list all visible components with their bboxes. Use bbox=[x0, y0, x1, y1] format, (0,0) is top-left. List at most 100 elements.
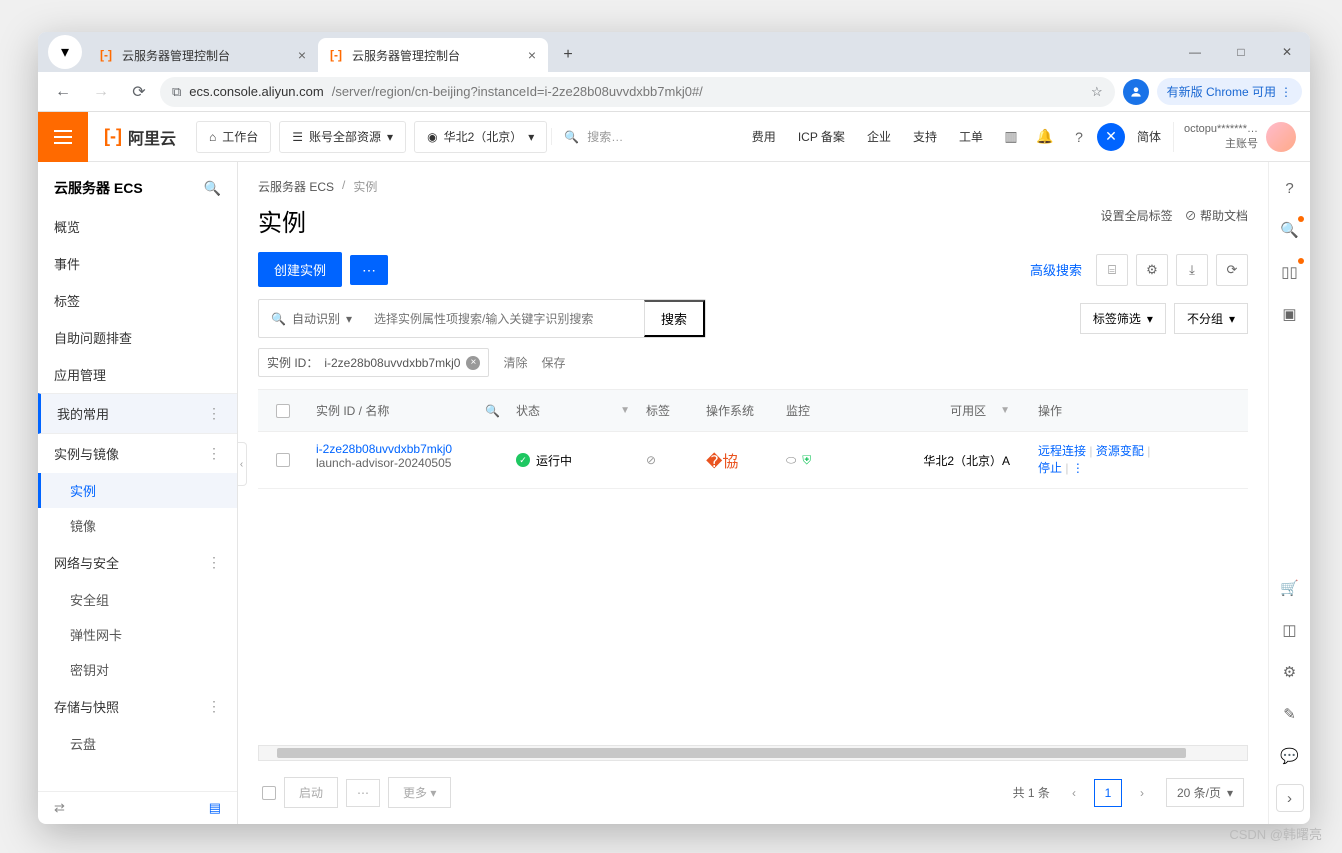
advanced-search-link[interactable]: 高级搜索 bbox=[1024, 260, 1088, 279]
search-icon[interactable]: 🔍 bbox=[204, 180, 221, 197]
menu-button[interactable] bbox=[38, 112, 88, 162]
refresh-icon[interactable]: ⟳ bbox=[1216, 254, 1248, 286]
user-menu[interactable]: octopu*******… 主账号 bbox=[1173, 122, 1306, 152]
rail-panel-icon[interactable]: ▣ bbox=[1276, 300, 1304, 328]
account-selector[interactable]: ☰ 账号全部资源 ▾ bbox=[279, 121, 406, 153]
region-selector[interactable]: ◉ 华北2（北京） ▾ bbox=[414, 121, 547, 153]
rail-expand-icon[interactable]: › bbox=[1276, 784, 1304, 812]
profile-button[interactable] bbox=[1123, 79, 1149, 105]
header-search[interactable]: 🔍 搜索… bbox=[551, 128, 671, 145]
sidebar-item-tags[interactable]: 标签 bbox=[38, 282, 237, 319]
more-icon[interactable]: ⋮ bbox=[207, 405, 221, 422]
nav-icp[interactable]: ICP 备案 bbox=[788, 128, 855, 145]
instance-id-link[interactable]: i-2ze28b08uvvdxbb7mkj0 bbox=[316, 442, 500, 456]
filter-icon[interactable]: ▼ bbox=[620, 405, 630, 416]
workspace-button[interactable]: ⌂ 工作台 bbox=[196, 121, 271, 153]
notification-icon[interactable]: 🔔 bbox=[1029, 121, 1061, 153]
new-tab-button[interactable]: + bbox=[554, 41, 582, 69]
sidebar-collapse-handle[interactable]: ‹ bbox=[238, 442, 247, 486]
bookmark-icon[interactable]: ☆ bbox=[1091, 84, 1103, 100]
help-icon[interactable]: ? bbox=[1063, 121, 1095, 153]
rail-search-icon[interactable]: 🔍 bbox=[1276, 216, 1304, 244]
brand-logo[interactable]: [-] 阿里云 bbox=[88, 125, 192, 149]
chrome-update-button[interactable]: 有新版 Chrome 可用 ⋮ bbox=[1157, 78, 1302, 105]
row-more-icon[interactable]: ⋮ bbox=[1072, 461, 1084, 475]
back-button[interactable]: ← bbox=[46, 75, 80, 109]
create-instance-button[interactable]: 创建实例 bbox=[258, 252, 342, 287]
search-button[interactable]: 搜索 bbox=[644, 300, 705, 337]
reload-button[interactable]: ⟳ bbox=[122, 75, 156, 109]
layers-icon[interactable]: ⌸ bbox=[1096, 254, 1128, 286]
site-info-icon[interactable]: ⧉ bbox=[172, 84, 181, 100]
close-button[interactable]: ✕ bbox=[1264, 32, 1310, 72]
browser-tab-1[interactable]: [-] 云服务器管理控制台 × bbox=[318, 38, 548, 72]
tag-filter-button[interactable]: 标签筛选 ▾ bbox=[1080, 303, 1166, 334]
sidebar-item-image[interactable]: 镜像 bbox=[38, 508, 237, 543]
sidebar-item-diagnosis[interactable]: 自助问题排查 bbox=[38, 319, 237, 356]
sidebar-item-secgroup[interactable]: 安全组 bbox=[38, 582, 237, 617]
swap-icon[interactable]: ⇄ bbox=[54, 800, 65, 816]
more-icon[interactable]: ⋮ bbox=[207, 554, 221, 571]
forward-button[interactable]: → bbox=[84, 75, 118, 109]
nav-ticket[interactable]: 工单 bbox=[949, 128, 993, 145]
more-icon[interactable]: ⋮ bbox=[207, 445, 221, 462]
footer-select-all[interactable] bbox=[262, 786, 276, 800]
close-icon[interactable]: × bbox=[296, 47, 308, 63]
rail-cart-icon[interactable]: 🛒 bbox=[1276, 574, 1304, 602]
prev-page-button[interactable]: ‹ bbox=[1060, 779, 1088, 807]
sidebar-item-eni[interactable]: 弹性网卡 bbox=[38, 617, 237, 652]
remote-connect-link[interactable]: 远程连接 bbox=[1038, 444, 1086, 458]
sidebar-section-my[interactable]: 我的常用⋮ bbox=[38, 393, 237, 434]
sidebar-item-events[interactable]: 事件 bbox=[38, 245, 237, 282]
sidebar-item-keypair[interactable]: 密钥对 bbox=[38, 652, 237, 687]
chart-icon[interactable]: ⬭ bbox=[786, 453, 796, 468]
rail-wallet-icon[interactable]: ◫ bbox=[1276, 616, 1304, 644]
filter-icon[interactable]: ▼ bbox=[1000, 405, 1010, 416]
nav-enterprise[interactable]: 企业 bbox=[857, 128, 901, 145]
tag-icon[interactable]: ⊘ bbox=[646, 453, 656, 467]
collapse-icon[interactable]: ▤ bbox=[209, 800, 221, 816]
rail-help-icon[interactable]: ? bbox=[1276, 174, 1304, 202]
start-button[interactable]: 启动 bbox=[284, 777, 338, 808]
chip-remove-icon[interactable]: × bbox=[466, 356, 480, 370]
search-icon[interactable]: 🔍 bbox=[485, 404, 500, 418]
rail-chat-icon[interactable]: 💬 bbox=[1276, 742, 1304, 770]
row-checkbox[interactable] bbox=[276, 453, 290, 467]
rail-gear-icon[interactable]: ⚙ bbox=[1276, 658, 1304, 686]
resource-config-link[interactable]: 资源变配 bbox=[1096, 444, 1144, 458]
stop-link[interactable]: 停止 bbox=[1038, 461, 1062, 475]
save-filters-link[interactable]: 保存 bbox=[541, 354, 565, 371]
nav-support[interactable]: 支持 bbox=[903, 128, 947, 145]
sidebar-item-overview[interactable]: 概览 bbox=[38, 208, 237, 245]
more-icon[interactable]: ⋮ bbox=[207, 698, 221, 715]
sidebar-item-app[interactable]: 应用管理 bbox=[38, 356, 237, 393]
rail-book-icon[interactable]: ▯▯ bbox=[1276, 258, 1304, 286]
download-icon[interactable]: ⤓ bbox=[1176, 254, 1208, 286]
breadcrumb-root[interactable]: 云服务器 ECS bbox=[258, 178, 334, 195]
page-number[interactable]: 1 bbox=[1094, 779, 1122, 807]
lang-selector[interactable]: 简体 bbox=[1127, 128, 1171, 145]
maximize-button[interactable]: □ bbox=[1218, 32, 1264, 72]
group-button[interactable]: 不分组 ▾ bbox=[1174, 303, 1248, 334]
url-input[interactable]: ⧉ ecs.console.aliyun.com/server/region/c… bbox=[160, 77, 1115, 107]
settings-icon[interactable]: ⚙ bbox=[1136, 254, 1168, 286]
app-icon[interactable]: ✕ bbox=[1097, 123, 1125, 151]
next-page-button[interactable]: › bbox=[1128, 779, 1156, 807]
tab-dropdown[interactable]: ▾ bbox=[48, 35, 82, 69]
global-tag-link[interactable]: 设置全局标签 bbox=[1101, 207, 1173, 224]
nav-billing[interactable]: 费用 bbox=[742, 128, 786, 145]
sidebar-item-instance[interactable]: 实例 bbox=[38, 473, 237, 508]
shield-icon[interactable]: ⛨ bbox=[802, 453, 811, 468]
footer-dropdown[interactable]: 更多 ▾ bbox=[388, 777, 451, 808]
minimize-button[interactable]: — bbox=[1172, 32, 1218, 72]
help-link[interactable]: 帮助文档 bbox=[1200, 209, 1248, 223]
sidebar-item-disk[interactable]: 云盘 bbox=[38, 726, 237, 761]
select-all-checkbox[interactable] bbox=[276, 404, 290, 418]
clear-filters-link[interactable]: 清除 bbox=[503, 354, 527, 371]
sidebar-section-instance[interactable]: 实例与镜像⋮ bbox=[38, 434, 237, 473]
search-input[interactable] bbox=[364, 300, 644, 337]
search-mode-selector[interactable]: 🔍 自动识别 ▾ bbox=[259, 300, 364, 337]
sidebar-section-storage[interactable]: 存储与快照⋮ bbox=[38, 687, 237, 726]
create-more-button[interactable]: ⋯ bbox=[350, 255, 388, 285]
browser-tab-0[interactable]: [-] 云服务器管理控制台 × bbox=[88, 38, 318, 72]
